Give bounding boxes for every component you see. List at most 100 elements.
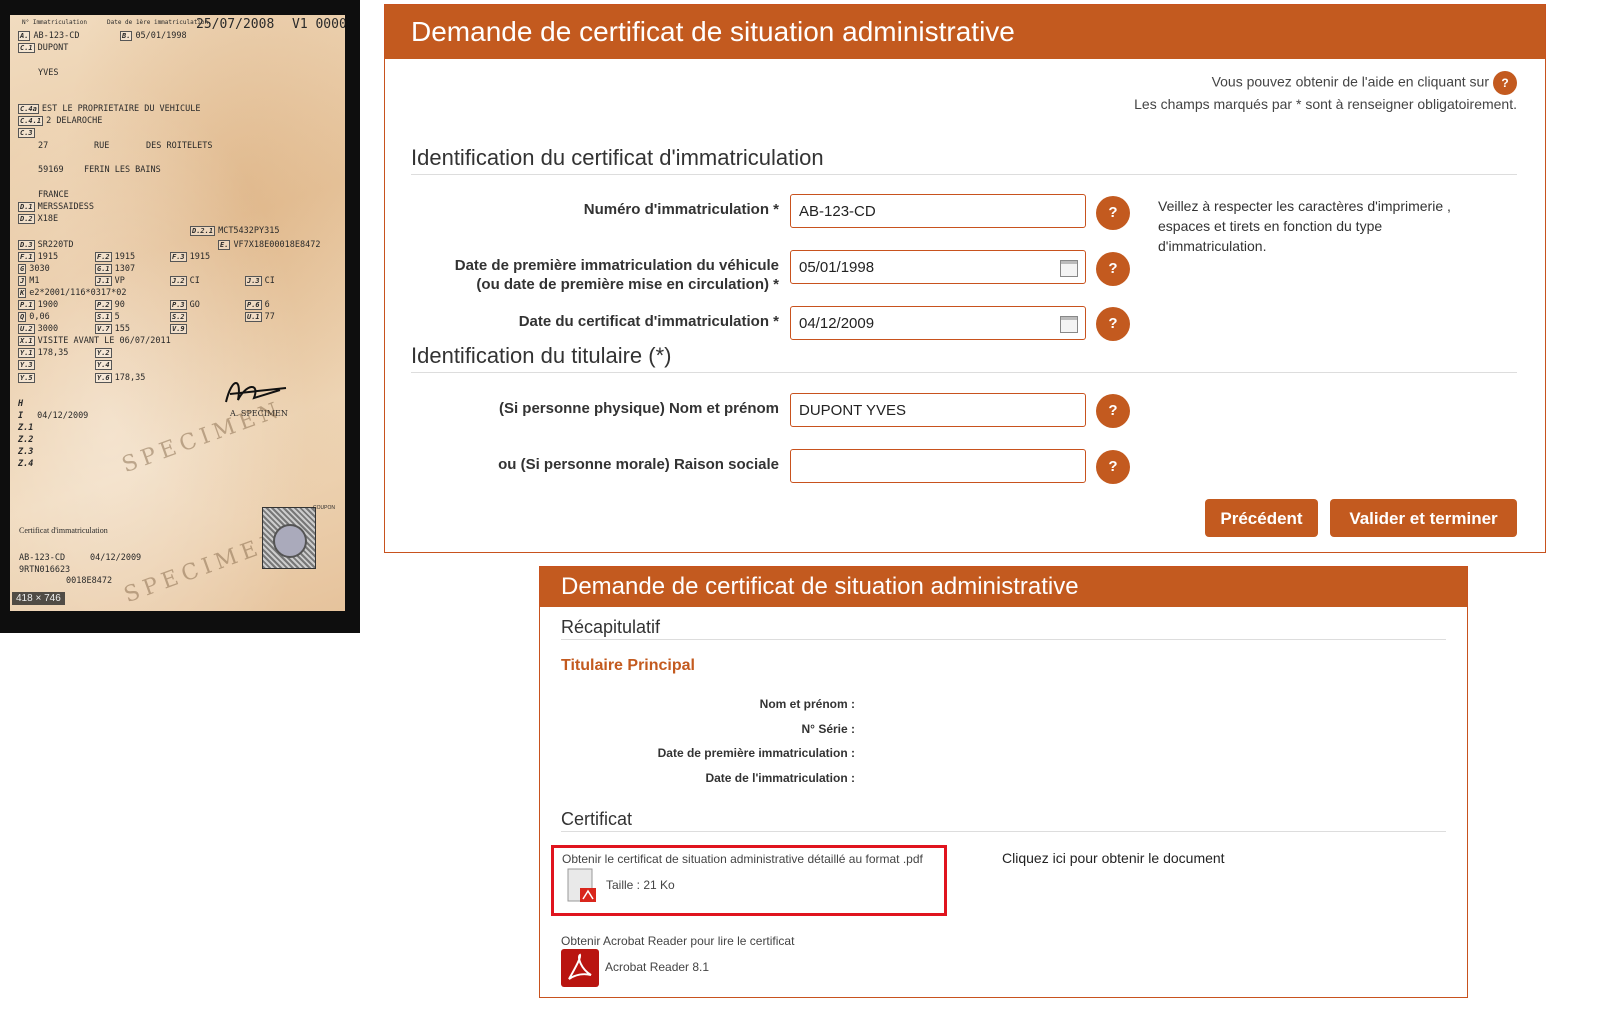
doc-footer-plate: AB-123-CD — [19, 553, 66, 563]
doc-postal: 59169 — [38, 165, 64, 175]
registration-card: N° Immatriculation Date de 1ère immatric… — [10, 15, 345, 611]
click-instruction: Cliquez ici pour obtenir le document — [1002, 850, 1225, 866]
cert-date-input[interactable] — [790, 306, 1086, 340]
section-divider — [561, 639, 1446, 640]
person-help-icon[interactable]: ? — [1096, 394, 1130, 428]
doc-header-label-2: Date de 1ère immatriculation — [107, 19, 209, 26]
calendar-icon[interactable] — [1060, 316, 1078, 333]
doc-i-date: 04/12/2009 — [37, 411, 89, 421]
summary-name-label: Nom et prénom : — [759, 697, 855, 711]
previous-button[interactable]: Précédent — [1205, 499, 1318, 537]
doc-owner-line: EST LE PROPRIETAIRE DU VEHICULE — [41, 104, 201, 114]
doc-p6: 6 — [264, 300, 270, 310]
acrobat-version: Acrobat Reader 8.1 — [605, 960, 710, 974]
doc-plate: AB-123-CD — [33, 31, 80, 41]
hologram-icon — [262, 507, 316, 569]
doc-e: VF7X18E00018E8472 — [233, 240, 321, 250]
holder-title: Titulaire Principal — [561, 657, 695, 674]
first-reg-date-input[interactable] — [790, 250, 1086, 284]
doc-g: 3030 — [29, 264, 50, 274]
doc-f1: 1915 — [37, 252, 59, 262]
doc-surname: DUPONT — [37, 43, 69, 53]
acrobat-link[interactable]: Obtenir Acrobat Reader pour lire le cert… — [561, 934, 794, 948]
doc-u1: 77 — [264, 312, 275, 322]
section-divider — [561, 831, 1446, 832]
doc-footer-vin: 0018E8472 — [66, 576, 113, 586]
reg-number-label: Numéro d'immatriculation * — [583, 201, 779, 218]
doc-k: e2*2001/116*0317*02 — [29, 288, 127, 298]
calendar-icon[interactable] — [1060, 260, 1078, 277]
person-name-input[interactable] — [790, 393, 1086, 427]
doc-f3: 1915 — [189, 252, 211, 262]
first-reg-label-line1: Date de première immatriculation du véhi… — [454, 257, 779, 274]
doc-address-num: 27 — [38, 141, 49, 151]
help-icon[interactable]: ? — [1493, 71, 1517, 95]
doc-p2: 90 — [114, 300, 125, 310]
required-note: Les champs marqués par * sont à renseign… — [1134, 96, 1517, 112]
summary-serial-label: N° Série : — [801, 722, 855, 736]
summary-title: Demande de certificat de situation admin… — [540, 567, 1467, 607]
first-reg-label-line2: (ou date de première mise en circulation… — [476, 276, 779, 293]
section-divider — [411, 372, 1517, 373]
summary-first-reg-label: Date de première immatriculation : — [657, 746, 855, 760]
doc-p1: 1900 — [37, 300, 59, 310]
doc-p3: GO — [189, 300, 200, 310]
recap-title: Récapitulatif — [561, 617, 661, 637]
doc-watermark-1: SPECIMEN — [118, 396, 287, 479]
pdf-download-highlight[interactable]: Obtenir le certificat de situation admin… — [551, 845, 947, 916]
help-text: Vous pouvez obtenir de l'aide en cliquan… — [1211, 73, 1489, 90]
doc-d2: X18E — [37, 214, 59, 224]
doc-y1: 178,35 — [37, 348, 69, 358]
doc-footer-code: 9RTN016623 — [19, 565, 71, 575]
doc-city: FERIN LES BAINS — [84, 165, 161, 175]
doc-u2: 3000 — [37, 324, 59, 334]
help-line: Vous pouvez obtenir de l'aide en cliquan… — [1212, 71, 1517, 95]
reg-number-hint: Veillez à respecter les caractères d'imp… — [1158, 198, 1451, 254]
registration-document-image: N° Immatriculation Date de 1ère immatric… — [0, 0, 360, 633]
cert-date-label: Date du certificat d'immatriculation * — [518, 313, 779, 330]
acrobat-icon[interactable] — [561, 949, 599, 987]
doc-first-reg: 05/01/1998 — [135, 31, 187, 41]
doc-c41: 2 DELAROCHE — [46, 116, 103, 126]
reg-number-input[interactable] — [790, 194, 1086, 228]
submit-button[interactable]: Valider et terminer — [1330, 499, 1517, 537]
section-holder-title: Identification du titulaire (*) — [411, 343, 672, 368]
request-form-panel: Demande de certificat de situation admin… — [384, 4, 1546, 553]
company-name-input[interactable] — [790, 449, 1086, 483]
doc-f2: 1915 — [114, 252, 136, 262]
doc-firstname: YVES — [38, 68, 59, 78]
doc-address-type: RUE — [94, 141, 110, 151]
doc-g1: 1307 — [114, 264, 136, 274]
doc-j3: CI — [264, 276, 275, 286]
company-name-label: ou (Si personne morale) Raison sociale — [498, 456, 779, 473]
form-title: Demande de certificat de situation admin… — [385, 5, 1545, 59]
doc-j1: VP — [114, 276, 125, 286]
pdf-link[interactable]: Obtenir le certificat de situation admin… — [562, 852, 923, 866]
certificate-title: Certificat — [561, 809, 633, 829]
doc-j2: CI — [189, 276, 200, 286]
doc-v7: 155 — [114, 324, 131, 334]
doc-header-label-1: N° Immatriculation — [22, 19, 88, 26]
doc-d1: MERSSAIDESS — [37, 202, 94, 212]
doc-y6: 178,35 — [114, 373, 146, 383]
doc-header-date: 25/07/2008 — [196, 17, 275, 32]
company-help-icon[interactable]: ? — [1096, 450, 1130, 484]
doc-d3: SR220TD — [37, 240, 74, 250]
doc-q: 0,06 — [29, 312, 50, 322]
doc-address-street: DES ROITELETS — [146, 141, 213, 151]
pdf-size: Taille : 21 Ko — [606, 878, 675, 892]
doc-footer-title: Certificat d'immatriculation — [19, 526, 108, 535]
summary-panel: Demande de certificat de situation admin… — [539, 566, 1468, 998]
image-dimensions-badge: 418 × 746 — [12, 592, 65, 605]
doc-coupon: COUPON — [313, 505, 335, 511]
reg-number-help-icon[interactable]: ? — [1096, 196, 1130, 230]
doc-x1: VISITE AVANT LE 06/07/2011 — [37, 336, 171, 346]
cert-date-help-icon[interactable]: ? — [1096, 307, 1130, 341]
pdf-file-icon[interactable] — [566, 868, 598, 904]
section-vehicle-title: Identification du certificat d'immatricu… — [411, 145, 824, 170]
doc-footer-date: 04/12/2009 — [90, 553, 142, 563]
doc-s1: 5 — [114, 312, 120, 322]
summary-reg-date-label: Date de l'immatriculation : — [705, 771, 855, 785]
first-reg-help-icon[interactable]: ? — [1096, 252, 1130, 286]
doc-d21: MCT5432PY315 — [218, 226, 280, 236]
